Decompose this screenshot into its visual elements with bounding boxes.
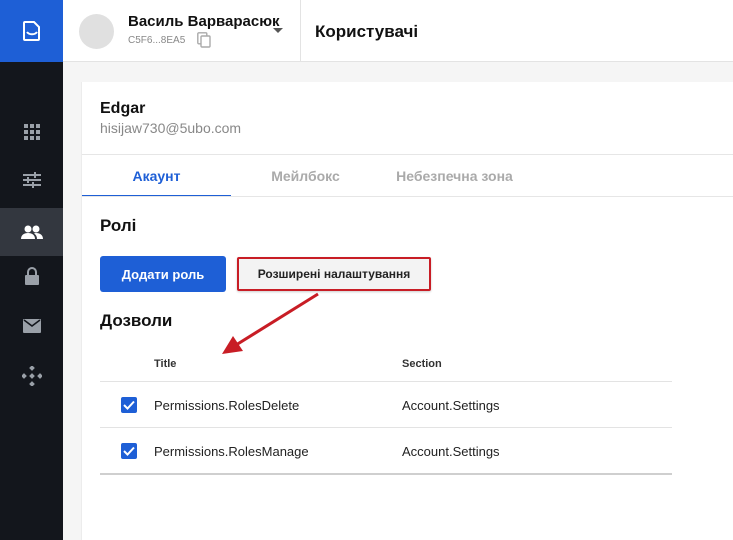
grid-icon xyxy=(23,124,40,140)
sidebar-item-security[interactable] xyxy=(0,252,63,300)
divider xyxy=(100,381,672,382)
checkmark-icon xyxy=(123,446,135,456)
user-card: Edgar hisijaw730@5ubo.com Акаунт Мейлбок… xyxy=(81,82,733,540)
page-title: Користувачі xyxy=(315,22,419,41)
sidebar-item-mail[interactable] xyxy=(0,302,63,350)
roles-title: Ролі xyxy=(100,216,137,235)
sidebar-item-integrations[interactable] xyxy=(0,352,63,400)
column-header-section: Section xyxy=(402,358,442,370)
sliders-icon xyxy=(22,172,41,188)
lock-icon xyxy=(24,267,39,285)
row-checkbox[interactable] xyxy=(121,443,137,459)
divider xyxy=(100,427,672,428)
mail-icon xyxy=(22,319,41,333)
integrations-icon xyxy=(21,366,42,386)
document-logo-icon xyxy=(22,21,40,41)
permission-title: Permissions.RolesManage xyxy=(154,444,309,459)
permission-section: Account.Settings xyxy=(402,444,500,459)
users-icon xyxy=(20,225,43,239)
row-checkbox[interactable] xyxy=(121,397,137,413)
permissions-title: Дозволи xyxy=(100,311,173,330)
sidebar-item-dashboard[interactable] xyxy=(0,108,63,156)
profile-email: hisijaw730@5ubo.com xyxy=(100,120,242,136)
avatar[interactable] xyxy=(79,14,114,49)
tab-danger-zone[interactable]: Небезпечна зона xyxy=(380,155,529,196)
column-header-title: Title xyxy=(154,358,177,370)
tab-account[interactable]: Акаунт xyxy=(82,155,231,197)
advanced-settings-button[interactable]: Розширені налаштування xyxy=(237,257,431,291)
add-role-button[interactable]: Додати роль xyxy=(100,256,226,292)
app-logo[interactable] xyxy=(0,0,63,62)
divider xyxy=(100,473,672,475)
copy-icon[interactable] xyxy=(197,32,211,48)
permission-title: Permissions.RolesDelete xyxy=(154,398,300,413)
sidebar-item-users[interactable] xyxy=(0,208,63,256)
header-divider xyxy=(300,0,301,62)
tab-mailbox[interactable]: Мейлбокс xyxy=(231,155,380,196)
profile-name: Edgar xyxy=(100,100,146,117)
account-id: C5F6...8EA5 xyxy=(128,35,186,46)
permission-section: Account.Settings xyxy=(402,398,500,413)
divider xyxy=(82,196,733,197)
chevron-down-icon[interactable] xyxy=(273,28,283,33)
checkmark-icon xyxy=(123,400,135,410)
sidebar-item-settings[interactable] xyxy=(0,156,63,204)
top-header: Василь Варварасюк C5F6...8EA5 Користувач… xyxy=(63,0,733,62)
sidebar xyxy=(0,0,63,540)
account-user-name[interactable]: Василь Варварасюк xyxy=(128,13,280,30)
